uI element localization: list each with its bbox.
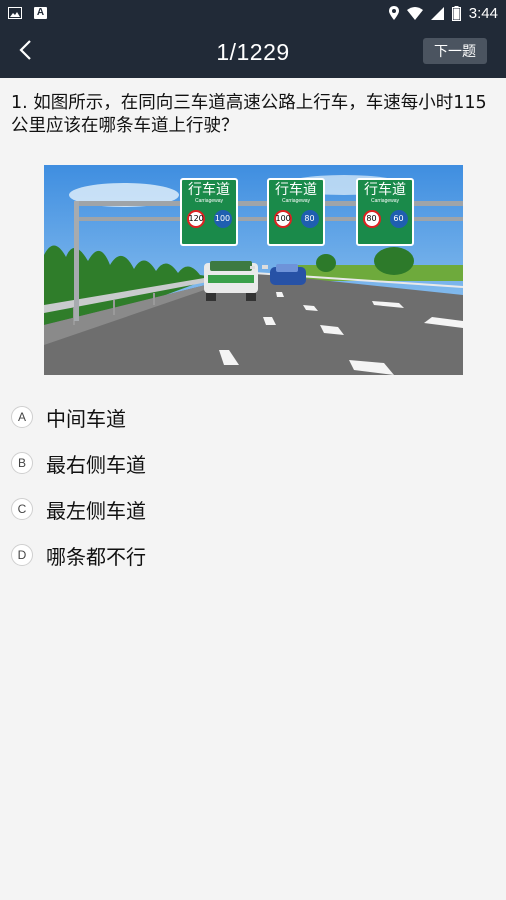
option-letter: C [11, 498, 33, 520]
traffic-sign: 行车道 Carriageway 120 100 [180, 178, 238, 246]
sign-subtitle: Carriageway [194, 198, 224, 204]
option-text: 最右侧车道 [46, 452, 146, 477]
speed-limit-min: 60 [389, 210, 408, 228]
location-icon [388, 6, 399, 20]
app-bar: 1/1229 下一题 [0, 26, 506, 78]
speed-limit-max: 80 [362, 210, 381, 228]
speed-limit-max: 120 [186, 210, 205, 228]
wifi-icon [406, 6, 423, 20]
speed-limit-max: 100 [273, 210, 292, 228]
a-icon: A [34, 7, 47, 19]
option-text: 哪条都不行 [46, 544, 146, 569]
option-text: 最左侧车道 [46, 498, 146, 523]
sign-title: 行车道 [275, 182, 317, 198]
option-a[interactable]: A 中间车道 [0, 394, 506, 440]
chevron-left-icon [18, 39, 32, 65]
speed-limit-min: 100 [213, 210, 232, 228]
option-b[interactable]: B 最右侧车道 [0, 440, 506, 486]
car-blue [270, 264, 306, 285]
traffic-sign: 行车道 Carriageway 80 60 [356, 178, 414, 246]
option-c[interactable]: C 最左侧车道 [0, 486, 506, 532]
option-d[interactable]: D 哪条都不行 [0, 532, 506, 578]
question-text: 1. 如图所示，在同向三车道高速公路上行车，车速每小时115公里应该在哪条车道上… [11, 93, 487, 136]
option-letter: D [11, 544, 33, 566]
speed-limit-min: 80 [300, 210, 319, 228]
next-question-button[interactable]: 下一题 [423, 38, 487, 64]
status-bar: A 3:44 [0, 0, 506, 26]
sign-subtitle: Carriageway [281, 198, 311, 204]
image-icon [8, 7, 22, 19]
page-title: 1/1229 [216, 38, 290, 65]
option-text: 中间车道 [46, 406, 126, 431]
sign-title: 行车道 [364, 182, 406, 198]
back-button[interactable] [10, 36, 40, 68]
answer-options: A 中间车道 B 最右侧车道 C 最左侧车道 D 哪条都不行 [0, 394, 506, 578]
battery-icon [451, 5, 461, 21]
sign-title: 行车道 [188, 182, 230, 198]
sign-subtitle: Carriageway [370, 198, 400, 204]
option-letter: B [11, 452, 33, 474]
clock: 3:44 [468, 4, 498, 22]
signal-icon [430, 6, 444, 20]
option-letter: A [11, 406, 33, 428]
traffic-sign: 行车道 Carriageway 100 80 [267, 178, 325, 246]
question-image: 行车道 Carriageway 120 100 行车道 Carriageway … [44, 165, 464, 375]
